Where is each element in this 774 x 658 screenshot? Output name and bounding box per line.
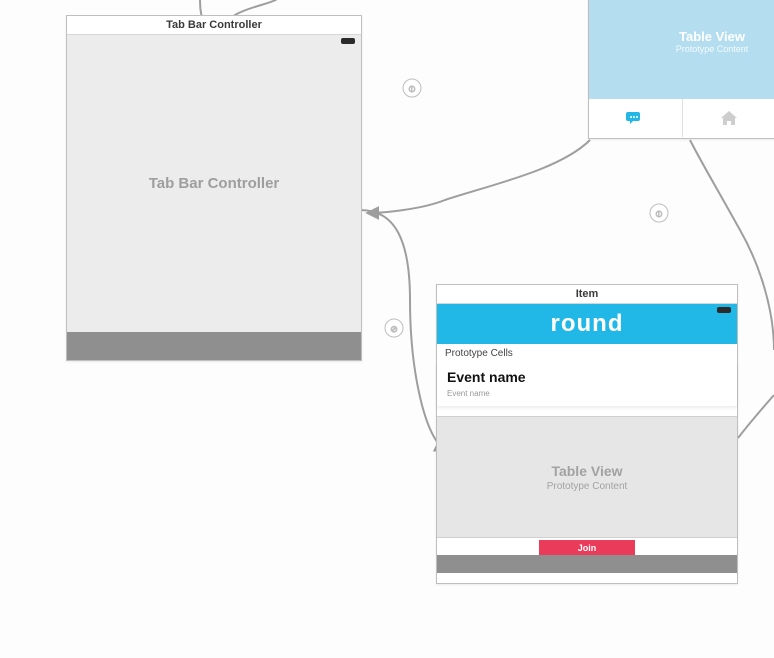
table-view-placeholder[interactable]: Table View Prototype Content — [589, 0, 774, 99]
status-bar-icon — [717, 307, 731, 313]
tab-bar[interactable] — [437, 555, 737, 573]
cell-subtitle: Event name — [447, 389, 727, 398]
scene-title: Item — [437, 285, 737, 304]
cell-title: Event name — [447, 369, 727, 385]
tableview-subtitle: Prototype Content — [547, 481, 628, 492]
svg-text:⊘: ⊘ — [390, 324, 398, 334]
tab-item-home[interactable] — [683, 99, 774, 137]
tableview-title: Table View — [679, 29, 745, 44]
chat-icon — [625, 110, 645, 126]
tab-bar[interactable] — [589, 99, 774, 137]
svg-text:⦶: ⦶ — [655, 209, 663, 219]
prototype-cells-label: Prototype Cells — [437, 344, 737, 363]
svg-text:⦶: ⦶ — [408, 84, 416, 94]
tableview-title: Table View — [551, 463, 622, 479]
scene-peek[interactable]: Table View Prototype Content — [588, 0, 774, 139]
join-button[interactable]: Join — [539, 540, 635, 555]
scene-body: Tab Bar Controller — [67, 35, 361, 332]
placeholder-label: Tab Bar Controller — [149, 175, 280, 192]
scene-title: Tab Bar Controller — [67, 16, 361, 35]
tab-bar[interactable] — [67, 332, 361, 360]
tableview-subtitle: Prototype Content — [676, 44, 749, 54]
scene-tab-bar-controller[interactable]: Tab Bar Controller Tab Bar Controller — [66, 15, 362, 361]
home-icon — [720, 110, 738, 126]
tab-item-chat[interactable] — [589, 99, 683, 137]
status-bar-icon — [341, 38, 355, 44]
table-view-placeholder[interactable]: Table View Prototype Content — [437, 416, 737, 538]
table-cell[interactable]: Event name Event name — [437, 363, 737, 406]
scene-item[interactable]: Item round Prototype Cells Event name Ev… — [436, 284, 738, 584]
join-button-label: Join — [578, 543, 597, 553]
navbar-title: round — [551, 310, 624, 338]
navigation-bar[interactable]: round — [437, 304, 737, 344]
